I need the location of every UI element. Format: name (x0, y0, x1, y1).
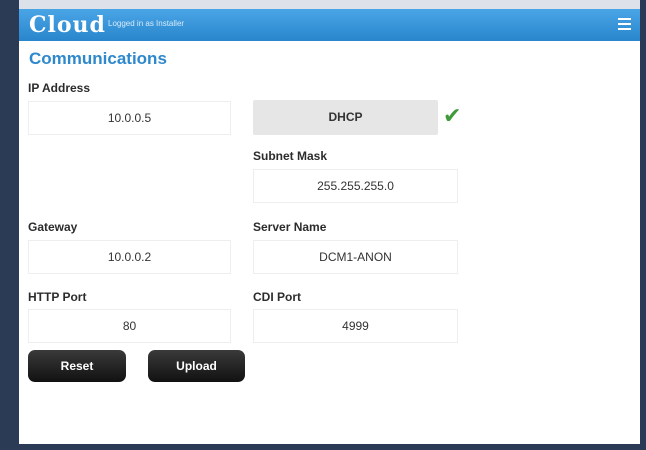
gateway-input[interactable] (28, 240, 231, 274)
window-frame-bottom (0, 444, 646, 450)
server-name-input[interactable] (253, 240, 458, 274)
http-port-input[interactable] (28, 309, 231, 343)
window-frame-right (640, 0, 646, 450)
cdi-port-label: CDI Port (253, 290, 301, 304)
cdi-port-input[interactable] (253, 309, 458, 343)
brand-logo: Cloud (29, 12, 106, 38)
subnet-mask-input[interactable] (253, 169, 458, 203)
app-screen: Cloud Logged in as Installer Communicati… (19, 9, 640, 444)
ip-address-label: IP Address (28, 81, 91, 95)
page-title: Communications (29, 49, 167, 68)
logged-in-status: Logged in as Installer (108, 19, 185, 28)
upload-button[interactable]: Upload (148, 350, 245, 382)
ip-address-input[interactable] (28, 101, 231, 135)
header-bar: Cloud Logged in as Installer (19, 9, 640, 41)
dhcp-button[interactable]: DHCP (253, 100, 438, 135)
reset-button[interactable]: Reset (28, 350, 126, 382)
gateway-label: Gateway (28, 220, 78, 234)
subnet-mask-label: Subnet Mask (253, 149, 328, 163)
window-frame-left (0, 0, 19, 450)
http-port-label: HTTP Port (28, 290, 87, 304)
server-name-label: Server Name (253, 220, 327, 234)
hamburger-menu-icon[interactable] (618, 18, 631, 30)
window-frame-top (0, 0, 646, 9)
check-icon: ✔ (443, 104, 462, 129)
